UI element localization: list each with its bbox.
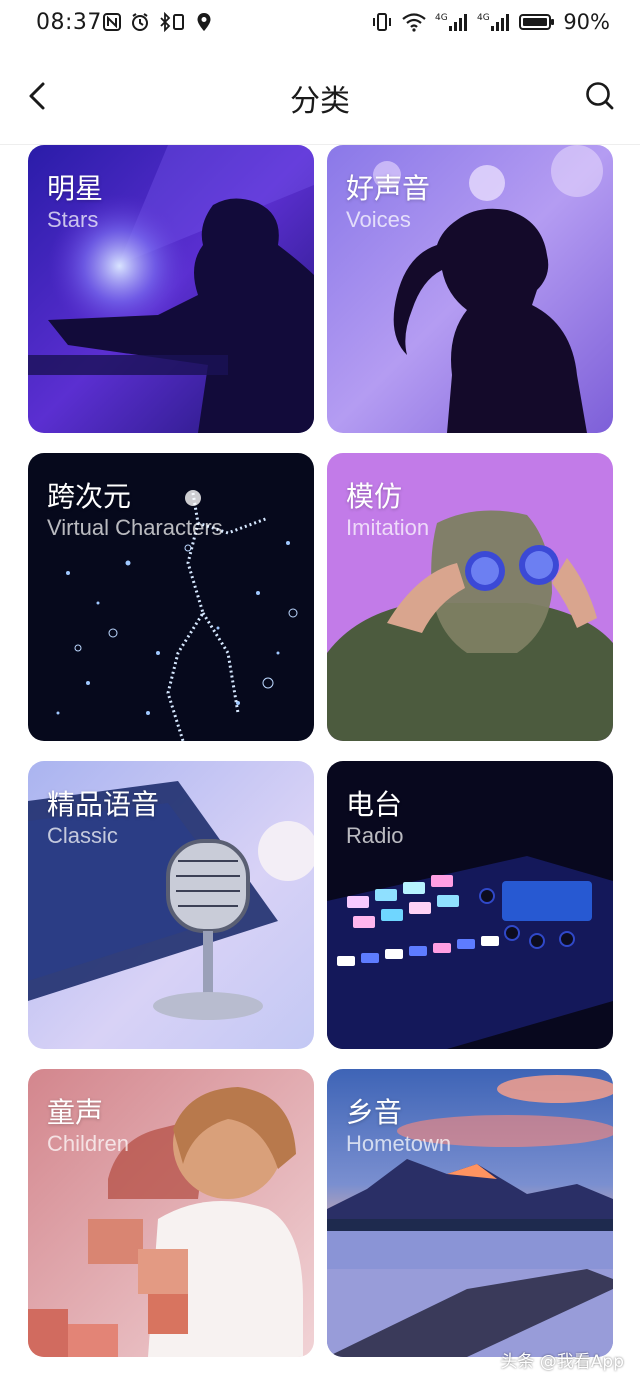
category-subtitle: Classic [47,823,118,848]
search-icon [586,82,614,110]
category-card-hometown[interactable]: 乡音 Hometown [327,1069,613,1357]
header: 分类 [0,50,640,145]
category-title: 乡音 [346,1096,403,1129]
status-time: 08:37 [36,10,102,35]
status-left-icons [102,12,212,32]
status-bar: 08:37 4G 4G 90% [0,0,640,50]
battery-icon [519,14,555,30]
category-title: 电台 [346,788,403,821]
category-card-imitation[interactable]: 模仿 Imitation [327,453,613,741]
category-subtitle: Virtual Characters [47,515,223,540]
category-card-virtual-characters[interactable]: 跨次元 Virtual Characters [28,453,314,741]
category-card-radio[interactable]: 电台 Radio [327,761,613,1049]
battery-percent: 90% [563,10,610,34]
signal-icon: 4G [435,13,468,31]
category-card-voices[interactable]: 好声音 Voices [327,145,613,433]
wifi-icon [402,13,427,32]
category-subtitle: Voices [346,207,411,232]
location-icon [197,13,211,31]
category-subtitle: Stars [47,207,99,232]
category-title: 童声 [47,1096,104,1129]
category-title: 明星 [47,172,104,205]
svg-text:4G: 4G [477,13,490,23]
category-subtitle: Children [47,1131,129,1156]
category-title: 好声音 [346,172,431,205]
vibrate-icon [373,13,392,31]
status-right: 4G 4G 90% [371,10,610,34]
alarm-icon [132,13,148,31]
category-subtitle: Radio [346,823,404,848]
category-card-stars[interactable]: 明星 Stars [28,145,314,433]
nfc-icon [103,13,121,31]
category-title: 模仿 [346,480,403,513]
category-title: 精品语音 [47,788,160,821]
bluetooth-vibrate-icon [160,12,184,32]
svg-text:4G: 4G [435,13,448,23]
watermark: 头条 @我看App [500,1352,624,1372]
category-title: 跨次元 [47,480,132,513]
category-subtitle: Hometown [346,1131,452,1156]
category-card-children[interactable]: 童声 Children [28,1069,314,1357]
category-subtitle: Imitation [346,515,430,540]
category-card-classic[interactable]: 精品语音 Classic [28,761,314,1049]
signal-icon-2: 4G [477,13,510,31]
page-title: 分类 [290,84,350,119]
search-button[interactable] [578,74,622,118]
